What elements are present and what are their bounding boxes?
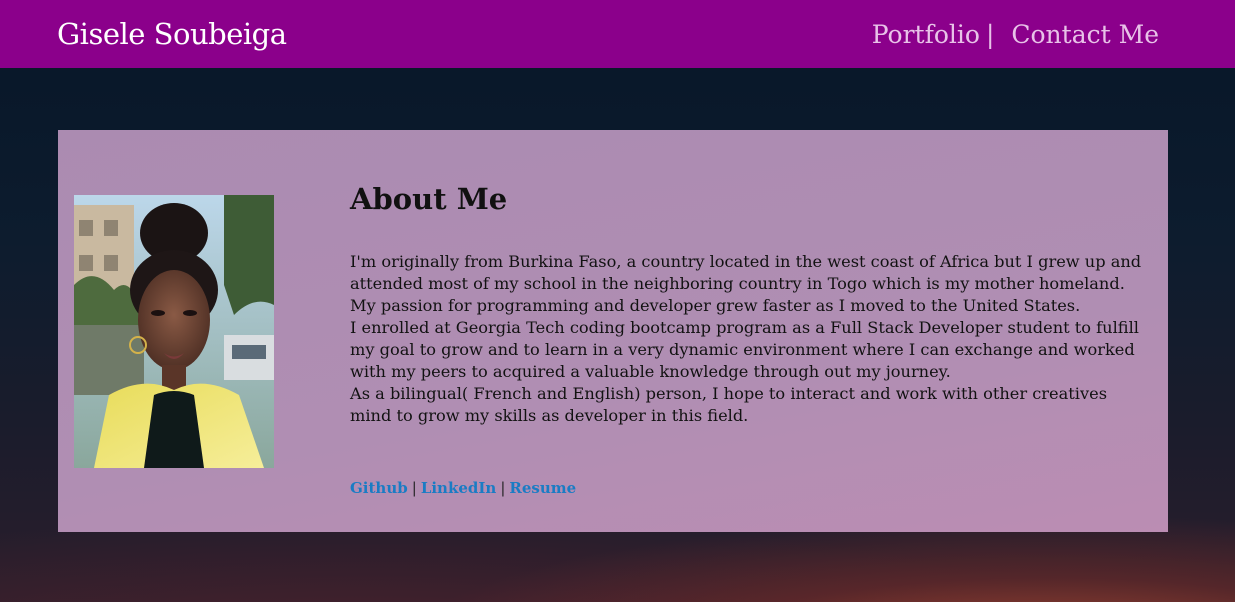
profile-photo (74, 195, 274, 468)
github-link[interactable]: Github (350, 479, 408, 497)
link-separator: | (500, 479, 506, 497)
brand-name[interactable]: Gisele Soubeiga (57, 17, 287, 51)
bio-paragraph: As a bilingual( French and English) pers… (350, 384, 1107, 425)
bio-text: I'm originally from Burkina Faso, a coun… (350, 251, 1150, 427)
nav-links: Portfolio | Contact Me (872, 20, 1159, 49)
nav-link-contact[interactable]: Contact Me (1011, 20, 1159, 49)
about-heading: About Me (350, 182, 508, 216)
bio-paragraph: I enrolled at Georgia Tech coding bootca… (350, 318, 1139, 381)
about-section: About Me I'm originally from Burkina Fas… (350, 182, 1150, 427)
resume-link[interactable]: Resume (509, 479, 576, 497)
about-card: About Me I'm originally from Burkina Fas… (58, 130, 1168, 532)
linkedin-link[interactable]: LinkedIn (421, 479, 497, 497)
bio-paragraph: I'm originally from Burkina Faso, a coun… (350, 252, 1142, 293)
bio-paragraph: My passion for programming and developer… (350, 296, 1081, 315)
navbar: Gisele Soubeiga Portfolio | Contact Me (0, 0, 1235, 68)
nav-link-portfolio[interactable]: Portfolio (872, 20, 980, 49)
link-separator: | (411, 479, 417, 497)
nav-separator: | (985, 19, 995, 49)
profile-links: Github | LinkedIn | Resume (350, 479, 576, 497)
